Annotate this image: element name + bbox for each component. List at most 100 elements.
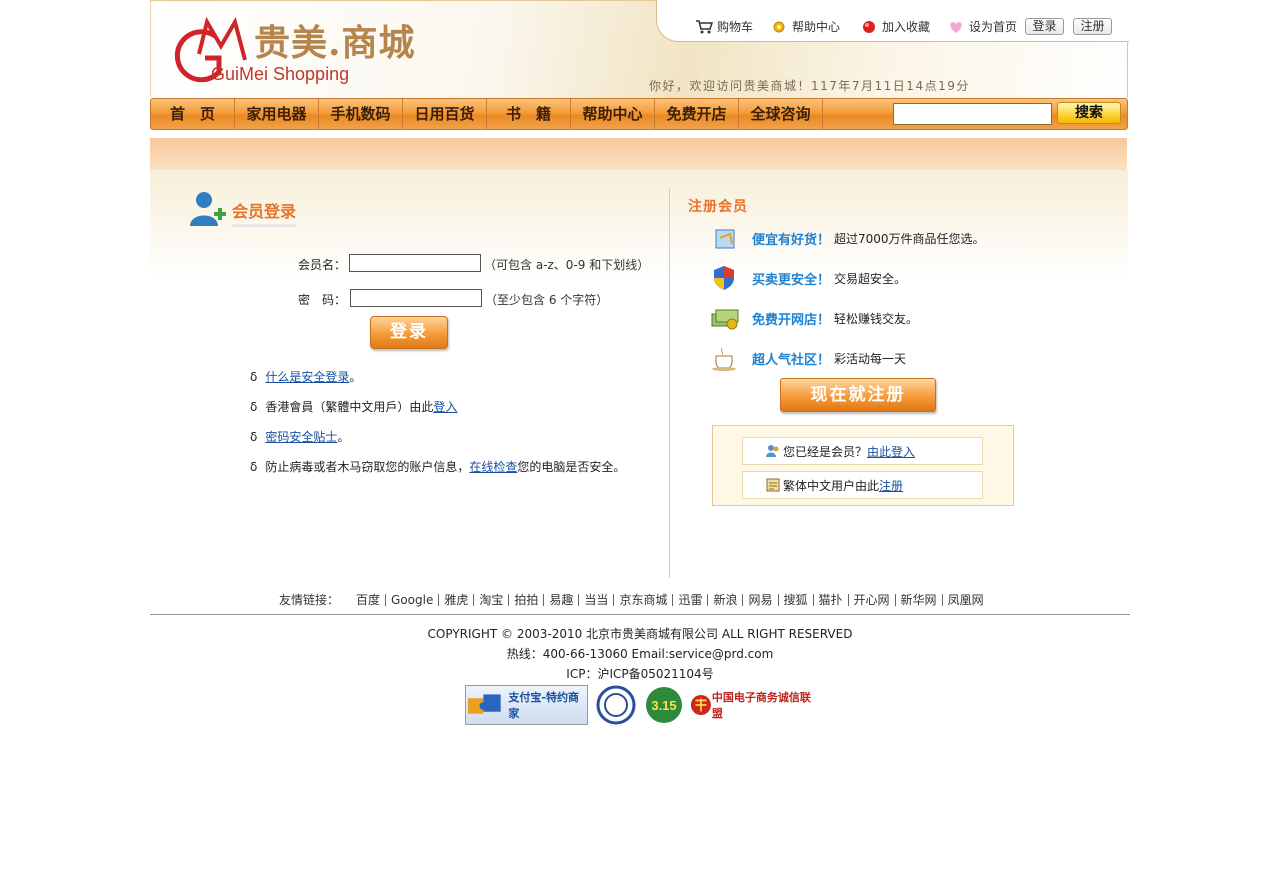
password-input[interactable]: [350, 289, 482, 307]
friend-link[interactable]: 淘宝: [474, 593, 510, 606]
friend-links-label: 友情链接：: [279, 593, 340, 607]
tip-bullet: δ: [250, 460, 258, 474]
username-input[interactable]: [349, 254, 481, 272]
orange-banner-strip: [150, 138, 1127, 170]
shopping-icon: [715, 229, 735, 249]
traditional-register-row: 繁体中文用户由此 注册: [742, 471, 983, 499]
alipay-badge[interactable]: 支付宝-特约商家: [465, 685, 588, 725]
heart-icon: [950, 21, 962, 33]
friend-link[interactable]: 拍拍: [509, 593, 545, 606]
trad-register-link[interactable]: 注册: [879, 477, 903, 494]
homepage-link-label: 设为首页: [969, 20, 1018, 34]
tip-bullet: δ: [250, 400, 258, 414]
friend-link[interactable]: 新浪: [708, 593, 744, 606]
header: 贵美.商城 GuiMei Shopping 购物车 帮助中心 加入收藏 设为首页…: [150, 0, 1129, 98]
red-ball-icon: [863, 20, 875, 33]
search-input[interactable]: [893, 103, 1052, 125]
member-login-link[interactable]: 由此登入: [867, 443, 915, 460]
document-icon: [766, 478, 780, 492]
member-box: 您已经是会员？ 由此登入 繁体中文用户由此 注册: [712, 425, 1014, 506]
friend-link[interactable]: 猫扑: [814, 593, 849, 606]
friend-link[interactable]: Google: [386, 593, 440, 606]
user-add-icon: [190, 192, 226, 226]
friend-link[interactable]: 易趣: [544, 593, 580, 606]
cart-icon: [696, 19, 713, 33]
existing-member-row: 您已经是会员？ 由此登入: [742, 437, 983, 465]
favorite-link-label: 加入收藏: [882, 20, 931, 34]
feature-row: 超人气社区！ 彩活动每一天: [710, 344, 906, 372]
feature-row: 买卖更安全！ 交易超安全。: [710, 264, 906, 292]
badge-315-icon: 3.15: [646, 687, 682, 723]
help-link-label: 帮助中心: [792, 20, 841, 34]
register-now-button[interactable]: 现在就注册: [780, 378, 936, 412]
users-icon: [766, 445, 779, 457]
tip-bullet: δ: [250, 370, 258, 384]
coffee-icon: [712, 347, 736, 371]
nav-item-home[interactable]: 首 页: [151, 99, 235, 129]
friend-link[interactable]: 凤凰网: [943, 594, 989, 606]
money-icon: [711, 309, 739, 330]
nav-item-daily[interactable]: 日用百货: [403, 99, 487, 129]
nav-item-digital[interactable]: 手机数码: [319, 99, 403, 129]
cart-link-label: 购物车: [717, 20, 754, 34]
alliance-seal-icon: [690, 694, 711, 716]
nav-item-consult[interactable]: 全球咨询: [739, 99, 823, 129]
friend-link[interactable]: 京东商城: [614, 593, 674, 606]
nav-item-open-store[interactable]: 免费开店: [655, 99, 739, 129]
tip-bullet: δ: [250, 430, 258, 444]
logo-title-en: GuiMei Shopping: [211, 64, 350, 84]
main-nav: 首 页 家用电器 手机数码 日用百货 书 籍 帮助中心 免费开店 全球咨询 搜索: [150, 98, 1128, 130]
header-top-border: [151, 0, 656, 4]
register-title: 注册会员: [688, 199, 748, 215]
homepage-link[interactable]: 设为首页: [947, 18, 1017, 35]
top-links: 购物车 帮助中心 加入收藏 设为首页 登录 注册: [656, 0, 1129, 42]
certification-badges: 支付宝-特约商家 3.15 中国电子商务诚信联盟: [465, 684, 812, 726]
friend-link[interactable]: 开心网: [849, 593, 896, 606]
hk-login-link[interactable]: 登入: [433, 400, 457, 414]
cart-link[interactable]: 购物车: [695, 18, 753, 35]
sun-icon: [773, 21, 785, 32]
nav-item-books[interactable]: 书 籍: [487, 99, 571, 129]
friend-link[interactable]: 网易: [743, 593, 779, 606]
tip-hk-member: δ 香港會員（繁體中文用戶）由此登入: [250, 400, 458, 414]
friend-link[interactable]: 搜狐: [779, 593, 814, 606]
help-link[interactable]: 帮助中心: [770, 18, 840, 35]
footer-divider: [150, 614, 1130, 615]
page: 贵美.商城 GuiMei Shopping 购物车 帮助中心 加入收藏 设为首页…: [150, 0, 1130, 889]
friend-link[interactable]: 雅虎: [439, 593, 475, 606]
feature-row: 便宜有好货！ 超过7000万件商品任您选。: [710, 224, 985, 252]
password-hint: （至少包含 6 个字符）: [485, 293, 609, 307]
hotline-text: 热线：400-66-13060 Email:service@prd.com: [506, 647, 774, 661]
nav-item-help[interactable]: 帮助中心: [571, 99, 655, 129]
search-button[interactable]: 搜索: [1057, 102, 1121, 124]
feature-row: 免费开网店！ 轻松赚钱交友。: [710, 304, 918, 332]
tip-secure-login: δ 什么是安全登录。: [250, 370, 362, 384]
friend-link[interactable]: 迅雷: [673, 593, 709, 606]
password-label: 密 码：: [298, 293, 347, 307]
integrity-alliance-badge[interactable]: 中国电子商务诚信联盟: [690, 685, 812, 725]
welcome-text: 你好，欢迎访问贵美商城！117年7月11日14点19分: [649, 79, 970, 93]
friend-link[interactable]: 当当: [579, 593, 615, 606]
copyright-text: COPYRIGHT © 2003-2010 北京市贵美商城有限公司 ALL RI…: [427, 627, 853, 641]
login-button[interactable]: 登录: [370, 316, 448, 349]
friend-links: 友情链接： 百度 Google 雅虎 淘宝 拍拍 易趣 当当 京东商城 迅雷 新…: [279, 591, 989, 608]
puzzle-icon: [467, 694, 501, 714]
icp-text: ICP：沪ICP备05021104号: [566, 667, 714, 681]
cfcp-seal-icon: [596, 685, 636, 725]
login-title: 会员登录: [188, 188, 297, 228]
login-top-button[interactable]: 登录: [1025, 18, 1064, 35]
friend-link[interactable]: 百度: [351, 593, 387, 606]
password-tips-link[interactable]: 密码安全贴士: [265, 430, 337, 444]
secure-login-link[interactable]: 什么是安全登录: [265, 370, 349, 384]
online-check-link[interactable]: 在线检查: [469, 460, 517, 474]
favorite-link[interactable]: 加入收藏: [860, 18, 930, 35]
friend-link[interactable]: 新华网: [896, 593, 943, 606]
shield-icon: [714, 266, 734, 290]
login-title-text: 会员登录: [232, 198, 297, 227]
logo-title-cn: 贵美.商城: [254, 22, 416, 64]
register-top-button[interactable]: 注册: [1073, 18, 1112, 35]
username-hint: （可包含 a-z、0-9 和下划线）: [484, 258, 650, 272]
nav-item-appliances[interactable]: 家用电器: [235, 99, 319, 129]
tip-password-safety: δ 密码安全贴士。: [250, 430, 350, 444]
vertical-divider: [669, 188, 670, 578]
